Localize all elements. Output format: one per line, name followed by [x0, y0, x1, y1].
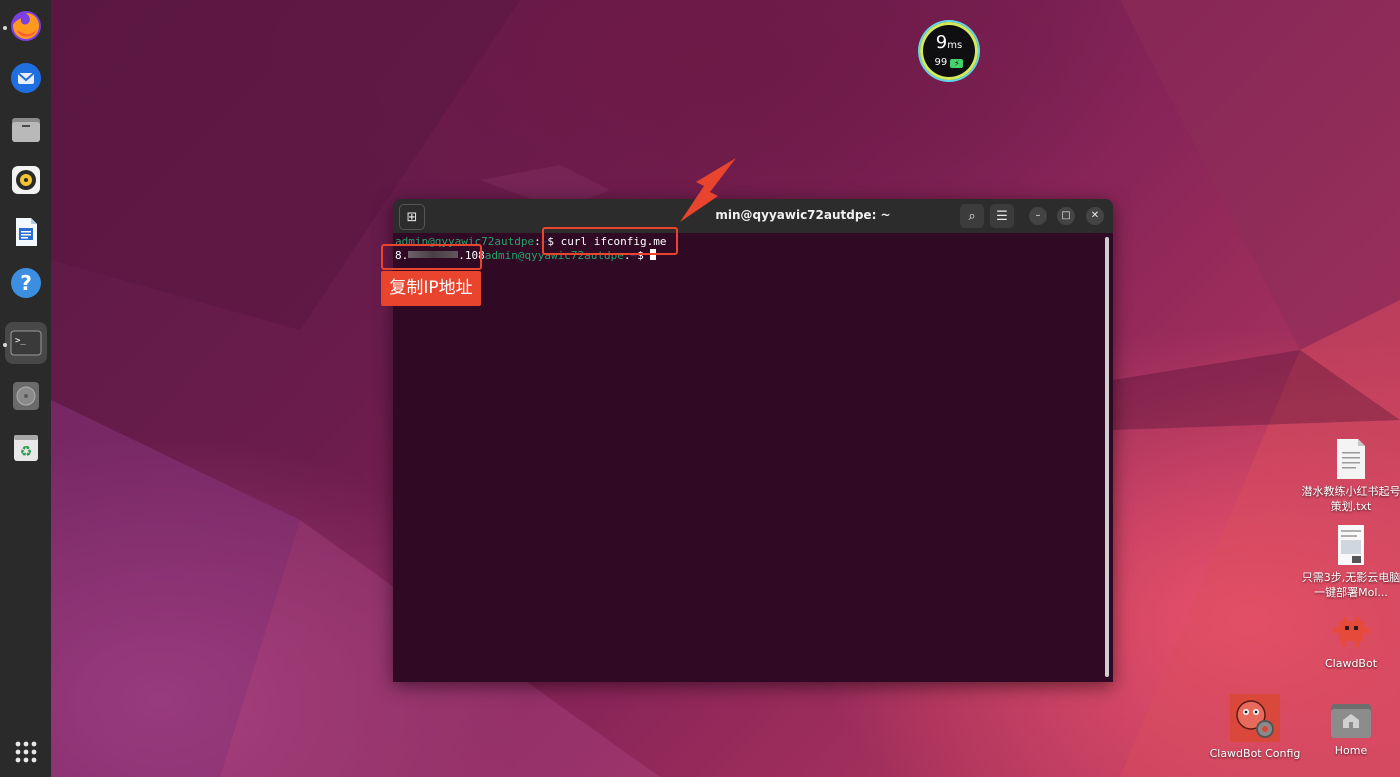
new-tab-button[interactable]: ⊞	[399, 204, 425, 230]
search-icon: ⌕	[968, 208, 976, 224]
terminal-window[interactable]: ⊞ min@qyyawic72autdpe: ~ ⌕ ☰ – □ ✕ admin…	[393, 199, 1113, 682]
dock-help[interactable]: ?	[5, 262, 47, 304]
dock-trash[interactable]: ♻	[5, 426, 47, 468]
battery-value: 99	[934, 57, 948, 68]
annotation-arrow-icon	[680, 158, 736, 222]
maximize-button[interactable]: □	[1057, 207, 1075, 225]
dock: ? >_ ♻	[0, 0, 51, 777]
menu-button[interactable]: ☰	[990, 204, 1014, 228]
search-button[interactable]: ⌕	[960, 204, 984, 228]
desktop-icon-label: ClawdBot	[1324, 657, 1378, 670]
dock-libreoffice-writer[interactable]	[5, 211, 47, 253]
copy-ip-callout: 复制IP地址	[381, 271, 481, 306]
desktop-icon-clawdbot-config[interactable]: ClawdBot Config	[1205, 693, 1305, 761]
desktop-icon-label: Home	[1334, 744, 1368, 757]
network-speed-widget[interactable]: 9ms 99 ⚡	[920, 22, 978, 80]
files-icon	[12, 118, 40, 142]
terminal-output[interactable]: admin@qyyawic72autdpe:~$ curl ifconfig.m…	[393, 233, 1113, 682]
clawdbot-icon	[1333, 617, 1369, 647]
trash-icon: ♻	[14, 435, 38, 461]
desktop-icon-clawdbot[interactable]: ClawdBot	[1301, 613, 1400, 671]
hamburger-icon: ☰	[996, 208, 1008, 224]
clawdbot-config-icon	[1230, 694, 1280, 742]
disc-icon	[13, 382, 39, 410]
ping-value: 9	[935, 32, 948, 53]
desktop-icon-label: 潜水教练小红书起号策划.txt	[1301, 485, 1400, 513]
battery-icon: ⚡	[950, 59, 964, 68]
document-image-icon	[1338, 525, 1364, 565]
minimize-icon: –	[1035, 210, 1041, 221]
terminal-glyph: >_	[15, 336, 26, 346]
minimize-button[interactable]: –	[1029, 207, 1047, 225]
dock-files[interactable]	[5, 108, 47, 150]
dock-firefox[interactable]	[5, 5, 47, 47]
thunderbird-icon	[11, 63, 41, 93]
ip-highlight-box	[381, 244, 482, 270]
ping-unit: ms	[947, 40, 963, 51]
desktop-icon-document[interactable]: 只需3步,无影云电脑一键部署Mol...	[1301, 523, 1400, 600]
dock-disc[interactable]	[5, 375, 47, 417]
help-glyph: ?	[20, 271, 32, 295]
home-folder-icon	[1331, 704, 1371, 738]
desktop-icon-home[interactable]: Home	[1301, 700, 1400, 758]
terminal-icon: >_	[10, 330, 42, 356]
terminal-scrollbar[interactable]	[1105, 237, 1109, 677]
dock-terminal[interactable]: >_	[5, 322, 47, 364]
new-tab-icon: ⊞	[406, 209, 418, 225]
prompt-separator: :	[534, 235, 541, 248]
desktop-icon-label: ClawdBot Config	[1209, 747, 1301, 760]
battery-readout: 99 ⚡	[920, 57, 978, 69]
maximize-icon: □	[1061, 210, 1071, 221]
terminal-titlebar[interactable]: ⊞ min@qyyawic72autdpe: ~ ⌕ ☰ – □ ✕	[393, 199, 1113, 233]
recycle-glyph: ♻	[20, 444, 33, 460]
command-highlight-box	[542, 227, 678, 255]
writer-icon	[16, 218, 37, 246]
close-button[interactable]: ✕	[1086, 207, 1104, 225]
help-icon: ?	[11, 268, 41, 298]
firefox-icon	[11, 11, 41, 41]
show-apps-button[interactable]	[5, 731, 47, 773]
ping-readout: 9ms	[920, 34, 978, 55]
dock-rhythmbox[interactable]	[5, 159, 47, 201]
dock-thunderbird[interactable]	[5, 57, 47, 99]
desktop-icon-txt-file[interactable]: 潜水教练小红书起号策划.txt	[1301, 437, 1400, 514]
desktop: ? >_ ♻ 9ms 99 ⚡ ⊞ min@qyyawic72autdpe: ~…	[0, 0, 1400, 777]
desktop-icon-label: 只需3步,无影云电脑一键部署Mol...	[1301, 571, 1400, 599]
text-file-icon	[1337, 439, 1365, 479]
close-icon: ✕	[1090, 210, 1100, 221]
grid-icon	[15, 741, 37, 763]
rhythmbox-icon	[12, 166, 40, 194]
